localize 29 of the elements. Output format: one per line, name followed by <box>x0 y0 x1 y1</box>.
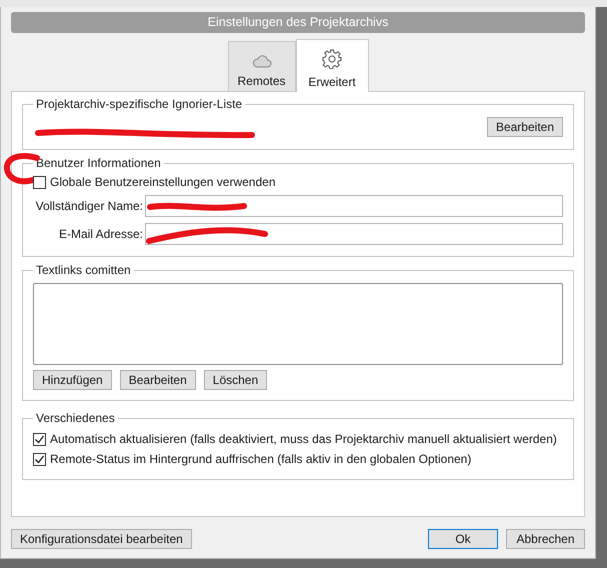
checkbox-label: Globale Benutzereinstellungen verwenden <box>50 175 276 189</box>
checkbox[interactable] <box>33 176 46 188</box>
name-field[interactable] <box>145 195 563 217</box>
list-button[interactable]: Bearbeiten <box>120 370 196 390</box>
edit-button[interactable]: Bearbeiten <box>486 117 563 137</box>
checkbox-label: Automatisch aktualisieren (falls deaktiviert, muss das Projektarchiv manuell aktualisiert werden) <box>50 432 557 446</box>
cancel-button[interactable]: Abbrechen <box>506 529 585 549</box>
group-title: Verschiedenes <box>35 411 116 425</box>
checkmark-icon <box>34 434 45 444</box>
group-title: Benutzer Informationen <box>35 156 162 170</box>
field-label: Vollständiger Name: <box>34 199 143 213</box>
checkbox[interactable] <box>33 432 46 446</box>
edit-config-button[interactable]: Konfigurationsdatei bearbeiten <box>11 529 192 549</box>
ok-button[interactable]: Ok <box>428 529 498 549</box>
window-title: Einstellungen des Projektarchivs <box>11 12 585 33</box>
field-label: E-Mail Adresse: <box>58 227 143 241</box>
email-field[interactable] <box>145 223 563 245</box>
textlinks-list[interactable] <box>33 283 563 365</box>
gear-icon <box>322 49 342 69</box>
checkmark-icon <box>34 454 45 464</box>
tab[interactable]: Remotes <box>228 41 296 91</box>
tab[interactable]: Erweitert <box>296 39 368 92</box>
list-button[interactable]: Hinzufügen <box>33 370 112 390</box>
group-title: Projektarchiv-spezifische Ignorier-Liste <box>35 97 244 111</box>
list-button[interactable]: Löschen <box>204 370 268 390</box>
group-title: Textlinks comitten <box>35 263 132 277</box>
cloud-icon <box>252 54 272 68</box>
checkbox[interactable] <box>33 452 46 466</box>
checkbox-label: Remote-Status im Hintergrund auffrischen (falls aktiv in den globalen Optionen) <box>50 452 472 466</box>
